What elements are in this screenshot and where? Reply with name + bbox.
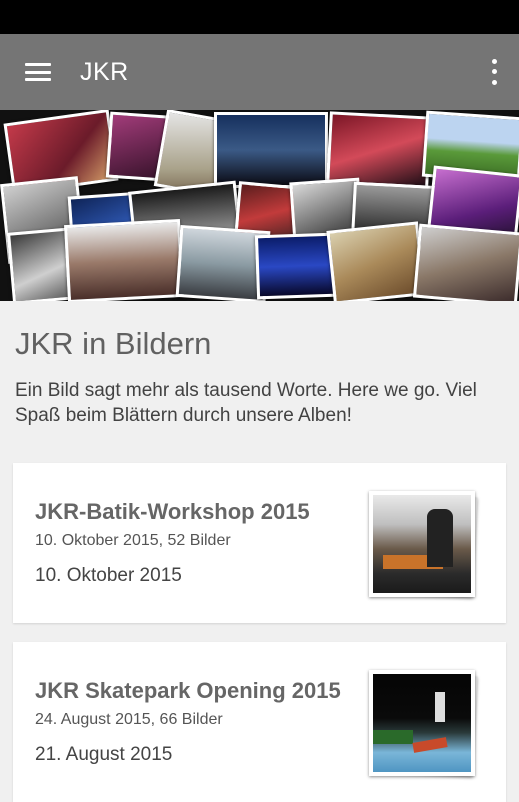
album-card[interactable]: JKR-Batik-Workshop 2015 10. Oktober 2015…	[13, 463, 506, 623]
status-bar	[0, 0, 519, 34]
section-title: JKR in Bildern	[15, 326, 212, 361]
overflow-menu-button[interactable]	[483, 56, 505, 88]
section-description: Ein Bild sagt mehr als tausend Worte. He…	[15, 380, 477, 426]
album-subtitle: 24. August 2015, 66 Bilder	[35, 711, 223, 728]
album-date: 21. August 2015	[35, 744, 173, 765]
album-thumbnail	[369, 670, 478, 778]
banner-collage	[0, 110, 519, 301]
more-vert-icon	[491, 58, 497, 64]
album-card[interactable]: JKR Skatepark Opening 2015 24. August 20…	[13, 642, 506, 802]
album-subtitle: 10. Oktober 2015, 52 Bilder	[35, 532, 231, 549]
menu-button[interactable]	[0, 34, 76, 110]
album-date: 10. Oktober 2015	[35, 565, 182, 586]
app-title: JKR	[80, 57, 129, 86]
hamburger-menu-icon	[25, 63, 51, 81]
app-bar: JKR	[0, 34, 519, 110]
album-title: JKR-Batik-Workshop 2015	[35, 499, 310, 524]
album-title: JKR Skatepark Opening 2015	[35, 678, 341, 703]
album-thumbnail	[369, 491, 478, 599]
